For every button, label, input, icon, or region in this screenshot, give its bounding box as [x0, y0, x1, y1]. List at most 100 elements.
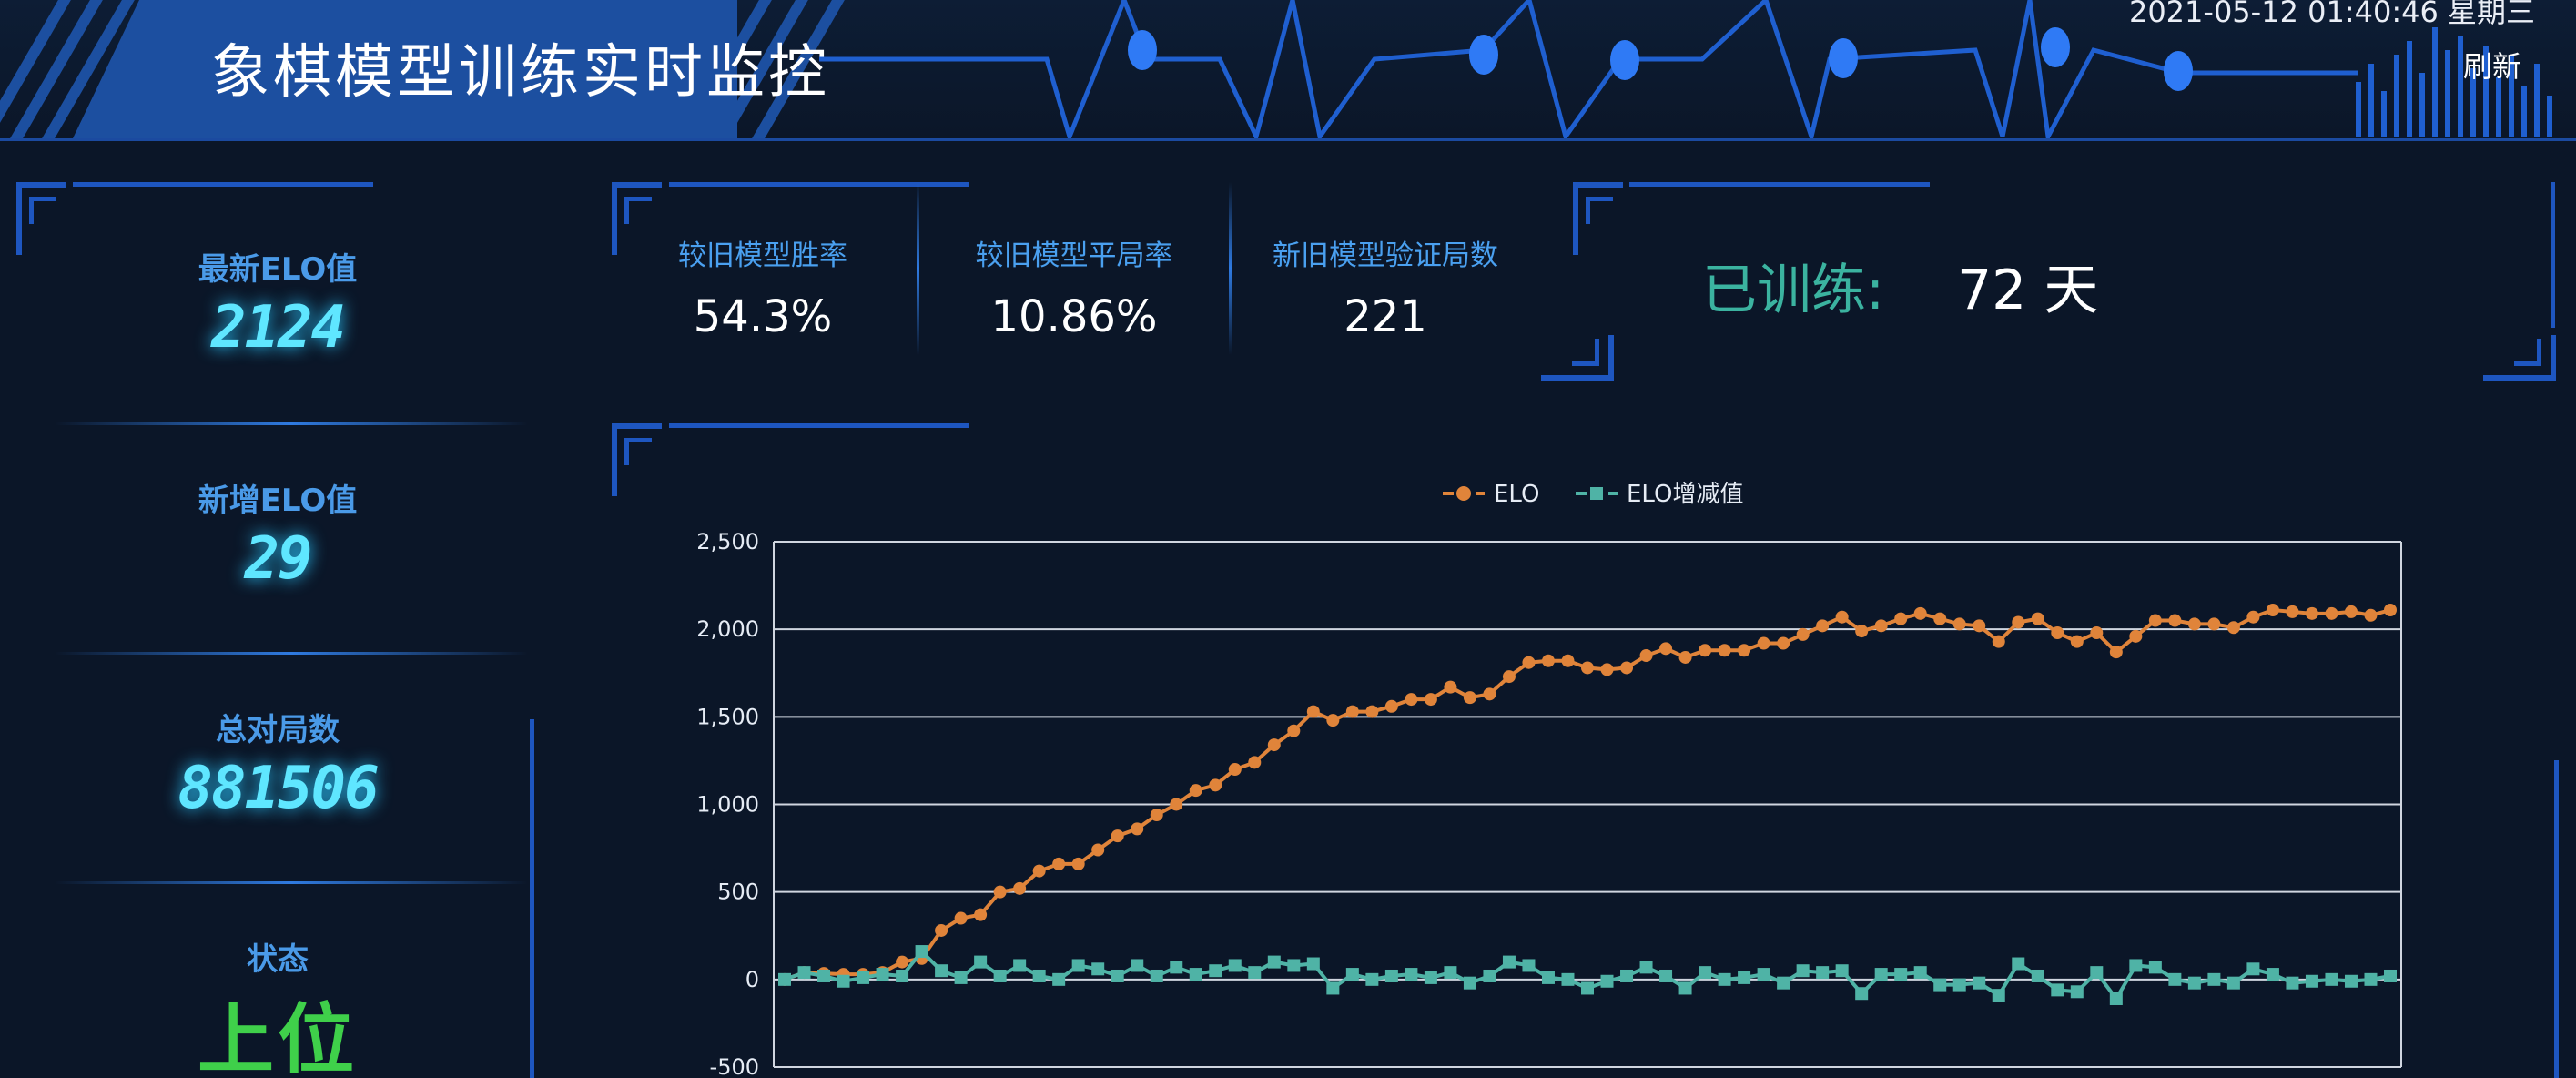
chart-legend[interactable]: ELO ELO增减值: [1443, 481, 1743, 508]
data-point[interactable]: [1365, 705, 1379, 718]
data-point[interactable]: [2148, 961, 2162, 974]
data-point[interactable]: [1894, 968, 1908, 981]
data-point[interactable]: [1620, 661, 1634, 675]
data-point[interactable]: [1483, 969, 1496, 982]
refresh-button[interactable]: 刷新: [2463, 44, 2521, 86]
data-point[interactable]: [1405, 968, 1418, 981]
data-point[interactable]: [876, 968, 889, 981]
data-point[interactable]: [1384, 969, 1398, 982]
data-point[interactable]: [857, 971, 870, 984]
data-point[interactable]: [1111, 829, 1124, 843]
data-point[interactable]: [2364, 972, 2378, 986]
data-point[interactable]: [2344, 605, 2358, 618]
data-point[interactable]: [1463, 976, 1476, 990]
data-point[interactable]: [1052, 972, 1066, 986]
data-point[interactable]: [2129, 629, 2143, 643]
data-point[interactable]: [896, 969, 909, 982]
data-point[interactable]: [1463, 691, 1476, 705]
data-point[interactable]: [1541, 971, 1555, 984]
data-point[interactable]: [993, 885, 1007, 899]
data-point[interactable]: [2168, 614, 2182, 627]
data-point[interactable]: [1600, 663, 1614, 676]
data-point[interactable]: [1267, 955, 1281, 969]
legend-item[interactable]: ELO: [1443, 481, 1539, 508]
data-point[interactable]: [1502, 670, 1516, 684]
data-point[interactable]: [1835, 964, 1849, 978]
data-point[interactable]: [1757, 636, 1770, 650]
legend-item[interactable]: ELO增减值: [1576, 481, 1743, 508]
data-point[interactable]: [1678, 981, 1692, 995]
data-point[interactable]: [1345, 705, 1359, 718]
data-point[interactable]: [1345, 968, 1359, 981]
data-point[interactable]: [935, 923, 948, 937]
data-point[interactable]: [1992, 635, 2005, 648]
data-point[interactable]: [1874, 619, 1888, 633]
data-point[interactable]: [2286, 605, 2299, 618]
data-point[interactable]: [1248, 966, 1262, 980]
data-point[interactable]: [2207, 972, 2221, 986]
data-point[interactable]: [837, 974, 850, 988]
data-point[interactable]: [797, 966, 811, 980]
data-point[interactable]: [2384, 969, 2397, 982]
data-point[interactable]: [1522, 959, 1536, 972]
data-point[interactable]: [1738, 644, 1751, 657]
data-point[interactable]: [1816, 966, 1830, 980]
data-point[interactable]: [1620, 969, 1634, 982]
data-point[interactable]: [1952, 617, 1966, 631]
data-point[interactable]: [1131, 822, 1144, 836]
data-point[interactable]: [2226, 621, 2240, 635]
data-point[interactable]: [1561, 654, 1575, 667]
data-point[interactable]: [1111, 969, 1124, 982]
data-point[interactable]: [1032, 969, 1046, 982]
data-point[interactable]: [1287, 959, 1301, 972]
data-point[interactable]: [2070, 985, 2084, 999]
data-point[interactable]: [1659, 642, 1673, 656]
data-point[interactable]: [1699, 644, 1712, 657]
data-point[interactable]: [2246, 610, 2260, 624]
data-point[interactable]: [2070, 635, 2084, 648]
data-point[interactable]: [1639, 961, 1653, 974]
data-point[interactable]: [1777, 636, 1790, 650]
data-point[interactable]: [1170, 798, 1183, 811]
data-point[interactable]: [1444, 966, 1457, 980]
data-point[interactable]: [2109, 646, 2123, 659]
data-point[interactable]: [1855, 987, 1869, 1001]
data-point[interactable]: [1228, 959, 1242, 972]
data-point[interactable]: [2325, 606, 2338, 620]
data-point[interactable]: [1757, 968, 1770, 981]
data-point[interactable]: [1992, 989, 2005, 1002]
data-point[interactable]: [935, 964, 948, 978]
data-point[interactable]: [2344, 974, 2358, 988]
data-point[interactable]: [1013, 959, 1027, 972]
data-point[interactable]: [2109, 992, 2123, 1005]
data-point[interactable]: [1384, 699, 1398, 713]
data-point[interactable]: [1678, 650, 1692, 664]
data-point[interactable]: [1659, 969, 1673, 982]
data-point[interactable]: [1835, 610, 1849, 624]
data-point[interactable]: [1444, 680, 1457, 694]
data-point[interactable]: [954, 971, 968, 984]
data-point[interactable]: [1306, 705, 1320, 718]
data-point[interactable]: [1855, 625, 1869, 638]
data-point[interactable]: [1796, 964, 1810, 978]
data-point[interactable]: [1874, 968, 1888, 981]
data-point[interactable]: [2266, 604, 2279, 617]
data-point[interactable]: [1424, 971, 1437, 984]
data-point[interactable]: [1894, 612, 1908, 625]
data-point[interactable]: [1639, 649, 1653, 663]
data-point[interactable]: [1600, 974, 1614, 988]
data-point[interactable]: [2226, 976, 2240, 990]
data-point[interactable]: [1326, 981, 1340, 995]
data-point[interactable]: [2051, 983, 2064, 997]
data-point[interactable]: [1287, 724, 1301, 737]
data-point[interactable]: [2031, 612, 2044, 625]
data-point[interactable]: [1952, 978, 1966, 992]
data-point[interactable]: [1091, 843, 1105, 857]
data-point[interactable]: [2246, 962, 2260, 976]
data-point[interactable]: [974, 955, 988, 969]
data-point[interactable]: [1424, 693, 1437, 707]
data-point[interactable]: [2207, 617, 2221, 631]
data-point[interactable]: [1150, 969, 1163, 982]
data-point[interactable]: [1933, 612, 1947, 625]
data-point[interactable]: [1131, 959, 1144, 972]
